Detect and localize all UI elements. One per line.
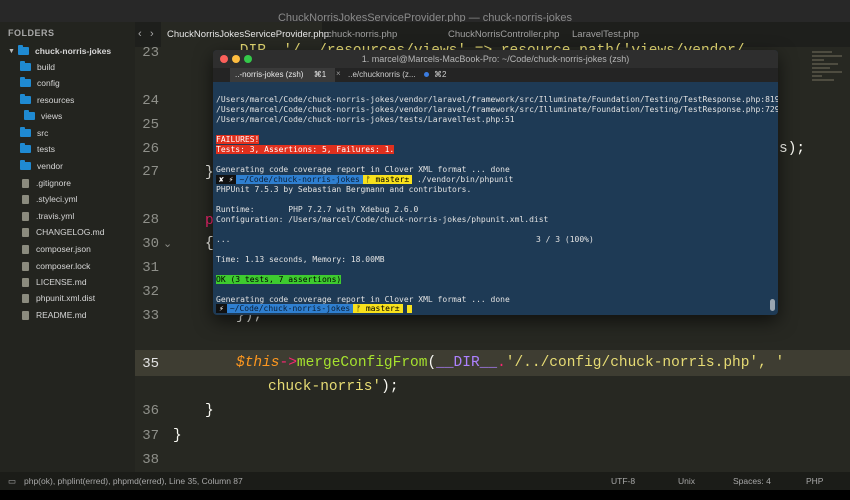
tree-folder-config[interactable]: config (20, 75, 60, 91)
terminal-title-bar: 1. marcel@Marcels-MacBook-Pro: ~/Code/ch… (213, 50, 778, 68)
terminal-line: Tests: 3, Assertions: 5, Failures: 1. (216, 145, 395, 154)
folder-icon (20, 127, 31, 137)
line-number: 33 (142, 308, 159, 324)
editor-window: ChuckNorrisJokesServiceProvider.php — ch… (0, 0, 850, 500)
tree-file-changelog[interactable]: CHANGELOG.md (22, 224, 105, 240)
file-icon (22, 277, 29, 287)
tree-folder-src[interactable]: src (20, 125, 48, 141)
folder-icon (20, 143, 31, 153)
terminal-line: Runtime: PHP 7.2.7 with Xdebug 2.6.0 (216, 205, 419, 214)
terminal-scrollbar[interactable] (770, 299, 775, 311)
terminal-line: Generating code coverage report in Clove… (216, 165, 510, 174)
terminal-prompt: ⚡ ~/Code/chuck-norris-jokes ᚠ master± (216, 304, 413, 314)
status-bar: ▭ php(ok), phplint(erred), phpmd(erred),… (0, 472, 850, 490)
tree-file-readme[interactable]: README.md (22, 307, 87, 323)
file-icon (22, 211, 29, 221)
folder-icon (20, 160, 31, 170)
code-line-36: } (205, 403, 214, 419)
code-line-35-wrapped: chuck-norris'); (268, 379, 399, 395)
terminal-line: OK (3 tests, 7 assertions) (216, 275, 342, 284)
lint-status: php(ok), phplint(erred), phpmd(erred), L… (24, 476, 243, 486)
folder-icon (20, 61, 31, 71)
tree-root-folder[interactable]: ▼ chuck-norris-jokes (8, 43, 111, 59)
code-line-35: $this->mergeConfigFrom(__DIR__.'/../conf… (236, 355, 785, 371)
line-number: 38 (142, 452, 159, 468)
folder-icon (20, 77, 31, 87)
line-number: 30 (142, 236, 159, 252)
panel-toggle-icon[interactable]: ▭ (8, 472, 16, 490)
terminal-line: PHPUnit 7.5.3 by Sebastian Bergmann and … (216, 185, 472, 194)
file-icon (22, 178, 29, 188)
code-line-37: } (173, 428, 182, 444)
file-icon (22, 261, 29, 271)
line-number: 23 (142, 45, 159, 61)
terminal-progress: 3 / 3 (100%) (536, 235, 594, 244)
file-icon (22, 244, 29, 254)
terminal-tab-1[interactable]: ..-norris-jokes (zsh) ⌘1 (230, 68, 335, 82)
cursor (407, 304, 413, 313)
tree-folder-tests[interactable]: tests (20, 141, 55, 157)
line-number: 27 (142, 164, 159, 180)
nav-forward-icon[interactable]: › (150, 28, 154, 40)
line-number: 25 (142, 117, 159, 133)
line-endings-indicator[interactable]: Unix (678, 472, 695, 490)
minimap[interactable] (812, 49, 848, 101)
terminal-title: 1. marcel@Marcels-MacBook-Pro: ~/Code/ch… (361, 54, 630, 64)
code-line-26-tail: s); (779, 141, 806, 157)
minimize-button[interactable] (232, 55, 240, 63)
tree-folder-views[interactable]: views (24, 108, 62, 124)
close-tab-icon[interactable]: × (336, 69, 341, 78)
line-number: 36 (142, 403, 159, 419)
terminal-tab-2[interactable]: ..e/chucknorris (z... ⌘2 (343, 68, 468, 82)
line-number: 26 (142, 141, 159, 157)
folder-icon (20, 94, 31, 104)
file-icon (22, 194, 29, 204)
indentation-indicator[interactable]: Spaces: 4 (733, 472, 771, 490)
chevron-down-icon[interactable]: ▼ (8, 48, 16, 55)
syntax-indicator[interactable]: PHP (806, 472, 823, 490)
current-line-number: 35 (142, 356, 159, 372)
line-number: 24 (142, 93, 159, 109)
terminal-line: ... (216, 235, 231, 244)
line-number: 31 (142, 260, 159, 276)
tree-file-gitignore[interactable]: .gitignore (22, 175, 71, 191)
tree-file-phpunit[interactable]: phpunit.xml.dist (22, 290, 95, 306)
file-icon (22, 293, 29, 303)
tree-file-styleci[interactable]: .styleci.yml (22, 191, 78, 207)
letterbox-bar (0, 490, 850, 500)
terminal-line: Configuration: /Users/marcel/Code/chuck-… (216, 215, 549, 224)
fold-chevron-icon[interactable]: ⌄ (163, 237, 172, 250)
activity-dot-icon (423, 72, 429, 77)
tree-file-license[interactable]: LICENSE.md (22, 274, 87, 290)
nav-back-icon[interactable]: ‹ (138, 28, 142, 40)
terminal-line: Time: 1.13 seconds, Memory: 18.00MB (216, 255, 385, 264)
terminal-prompt: ✘ ⚡ ~/Code/chuck-norris-jokes ᚠ master± ./… (216, 175, 513, 185)
sidebar: FOLDERS ▼ chuck-norris-jokes build confi… (0, 22, 135, 472)
line-number: 28 (142, 212, 159, 228)
tree-file-travis[interactable]: .travis.yml (22, 208, 74, 224)
terminal-line: /Users/marcel/Code/chuck-norris-jokes/ve… (216, 105, 778, 114)
folders-header: FOLDERS (8, 28, 55, 38)
terminal-tab-bar: ..-norris-jokes (zsh) ⌘1 × ..e/chucknorr… (213, 68, 778, 82)
tree-folder-vendor[interactable]: vendor (20, 158, 63, 174)
encoding-indicator[interactable]: UTF-8 (611, 472, 635, 490)
terminal-output[interactable]: /Users/marcel/Code/chuck-norris-jokes/ve… (216, 86, 778, 314)
terminal-line: /Users/marcel/Code/chuck-norris-jokes/te… (216, 115, 515, 124)
tree-file-composer-json[interactable]: composer.json (22, 241, 91, 257)
terminal-window[interactable]: 1. marcel@Marcels-MacBook-Pro: ~/Code/ch… (213, 50, 778, 315)
line-number: 37 (142, 428, 159, 444)
file-icon (22, 227, 29, 237)
line-number: 32 (142, 284, 159, 300)
tree-file-composer-lock[interactable]: composer.lock (22, 258, 90, 274)
terminal-line: /Users/marcel/Code/chuck-norris-jokes/ve… (216, 95, 778, 104)
terminal-line: FAILURES! (216, 135, 260, 144)
line-gutter: 23 24 25 26 27 28 30 ⌄ 31 32 33 35 36 37… (135, 45, 175, 472)
file-icon (22, 310, 29, 320)
close-button[interactable] (220, 55, 228, 63)
folder-icon (18, 45, 29, 55)
zoom-button[interactable] (244, 55, 252, 63)
folder-icon (24, 110, 35, 120)
tree-folder-resources[interactable]: resources (20, 92, 74, 108)
tree-folder-build[interactable]: build (20, 59, 55, 75)
